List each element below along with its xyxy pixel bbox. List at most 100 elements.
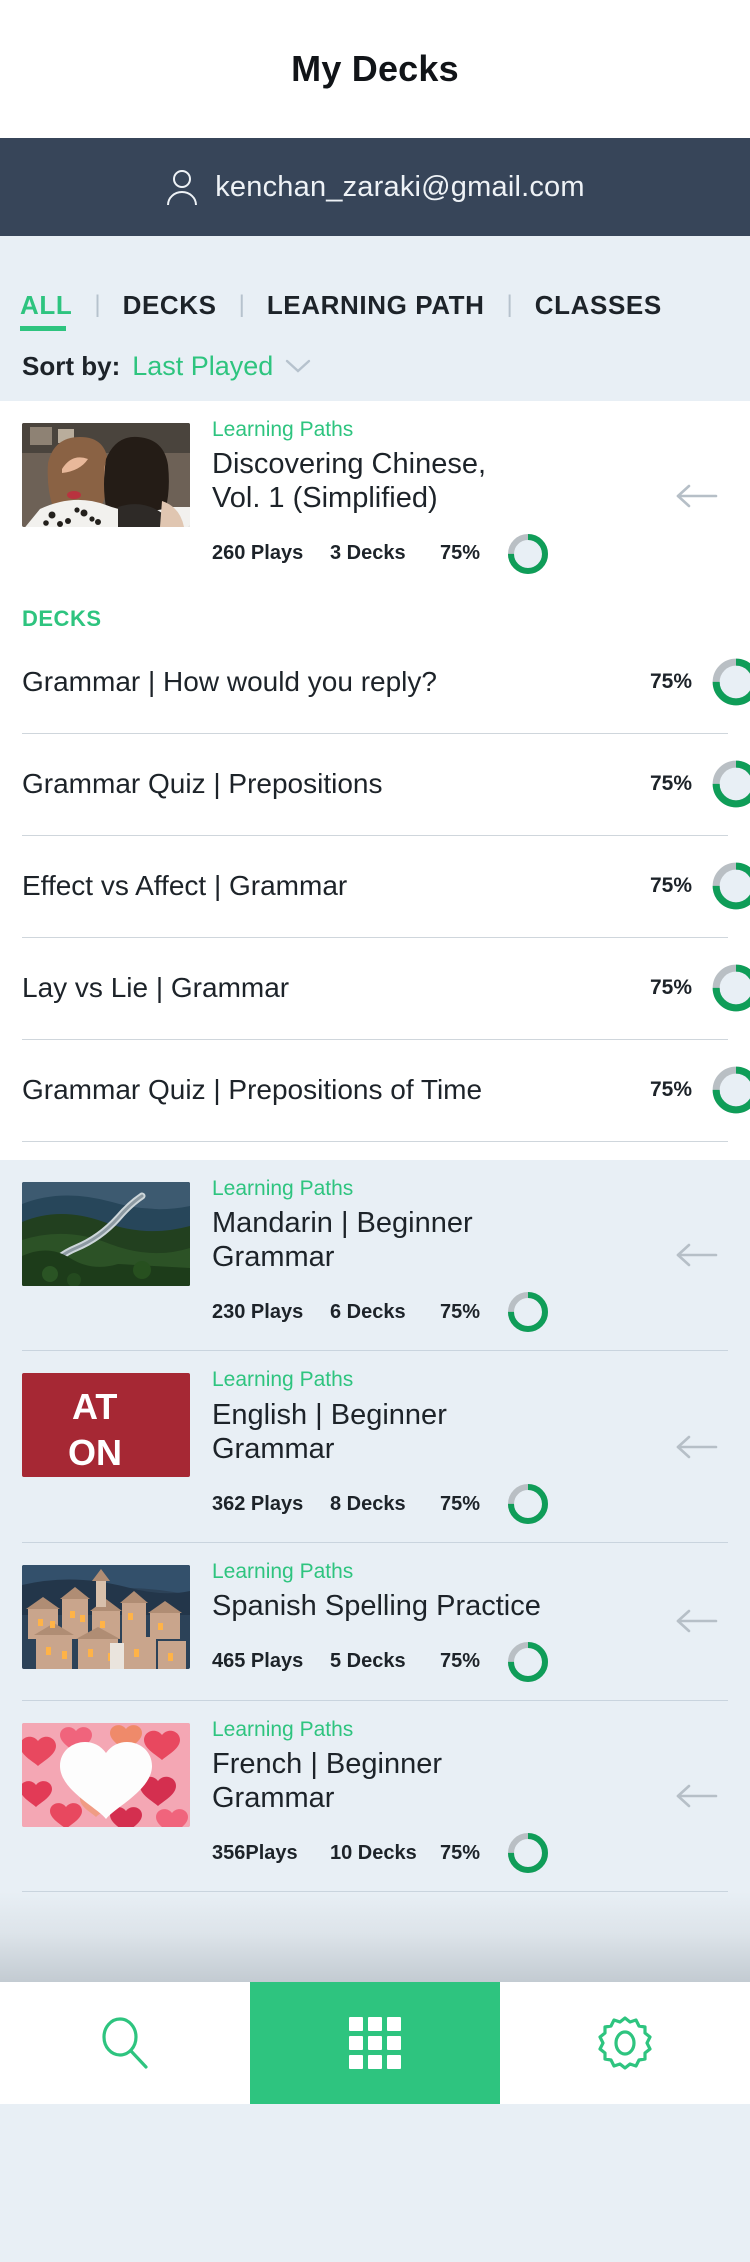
learning-path-card-featured[interactable]: Learning Paths Discovering Chinese, Vol.… [0, 401, 750, 592]
gear-icon [594, 2012, 656, 2074]
arrow-left-icon[interactable] [674, 1241, 718, 1269]
deck-name: Effect vs Affect | Grammar [22, 870, 348, 902]
scroll-fade [0, 1892, 750, 1983]
path-title: Spanish Spelling Practice [212, 1590, 541, 1623]
tab-row: ALL | DECKS | LEARNING PATH | CLASSES [20, 290, 730, 331]
path-body: Learning Paths Discovering Chinese, Vol.… [190, 417, 728, 578]
at-on-red-card: AT ON [22, 1373, 190, 1478]
app-screen: My Decks kenchan_zaraki@gmail.com ALL | … [0, 0, 750, 2262]
deck-row[interactable]: Grammar Quiz | Prepositions of Time 75% [0, 1040, 750, 1141]
learning-path-card[interactable]: Learning Paths Spanish Spelling Practice… [0, 1543, 750, 1699]
path-title: Discovering Chinese, Vol. 1 (Simplified) [212, 448, 487, 515]
progress-ring [504, 1288, 552, 1336]
learning-path-card[interactable]: Learning Paths Mandarin | Beginner Gramm… [0, 1160, 750, 1351]
nav-search-button[interactable] [0, 1982, 250, 2105]
path-kicker: Learning Paths [212, 1176, 354, 1200]
path-body: Learning Paths French | Beginner Grammar… [190, 1717, 728, 1878]
great-wall-mountains-photo [22, 1181, 190, 1286]
tab-separator: | [94, 291, 101, 318]
path-body: Learning Paths Mandarin | Beginner Gramm… [190, 1176, 728, 1337]
deck-percent: 75% [649, 1078, 692, 1102]
deck-name: Grammar Quiz | Prepositions of Time [22, 1074, 483, 1106]
path-plays: 356Plays [212, 1841, 298, 1864]
account-bar[interactable]: kenchan_zaraki@gmail.com [0, 138, 750, 236]
path-title: English | Beginner Grammar [212, 1398, 447, 1465]
progress-ring [708, 654, 750, 710]
nav-settings-button[interactable] [500, 1982, 750, 2105]
tab-learning-path[interactable]: LEARNING PATH [267, 290, 485, 331]
path-percent: 75% [440, 1841, 481, 1864]
deck-percent: 75% [649, 976, 692, 1000]
tab-decks[interactable]: DECKS [123, 290, 217, 331]
bottom-nav-bar [0, 1982, 750, 2105]
deck-row[interactable]: Lay vs Lie | Grammar 75% [0, 938, 750, 1039]
title-bar: My Decks [0, 0, 750, 138]
progress-ring [708, 1062, 750, 1118]
arrow-left-icon[interactable] [674, 482, 718, 510]
path-percent: 75% [440, 1300, 481, 1323]
search-icon [94, 2012, 156, 2074]
deck-row[interactable]: Effect vs Affect | Grammar 75% [0, 836, 750, 937]
path-decks: 10 Decks [330, 1841, 417, 1864]
path-percent: 75% [440, 542, 481, 565]
tab-separator: | [238, 291, 245, 318]
path-title: French | Beginner Grammar [212, 1747, 442, 1814]
path-title: Mandarin | Beginner Grammar [212, 1206, 473, 1274]
learning-path-card[interactable]: AT ON Learning Paths English | Beginner … [0, 1351, 750, 1542]
grid-icon [347, 2015, 403, 2071]
path-meta: 230 Plays 6 Decks 75% [212, 1288, 728, 1336]
arrow-left-icon[interactable] [674, 1607, 718, 1635]
tab-bar: ALL | DECKS | LEARNING PATH | CLASSES [0, 236, 750, 331]
page-title: My Decks [291, 48, 459, 89]
arrow-left-icon[interactable] [674, 1433, 718, 1461]
nav-footer-spacer [0, 2104, 750, 2197]
deck-percent: 75% [649, 670, 692, 694]
progress-ring [708, 858, 750, 914]
deck-percent: 75% [649, 874, 692, 898]
deck-percent: 75% [649, 772, 692, 796]
path-kicker: Learning Paths [212, 1717, 354, 1741]
path-plays: 230 Plays [212, 1300, 304, 1323]
progress-ring [504, 1638, 552, 1686]
path-percent: 75% [440, 1492, 481, 1515]
progress-ring [504, 1480, 552, 1528]
path-plays: 362 Plays [212, 1492, 304, 1515]
learning-path-card[interactable]: Learning Paths French | Beginner Grammar… [0, 1701, 750, 1892]
nav-grid-button[interactable] [250, 1982, 500, 2105]
deck-name: Grammar Quiz | Prepositions [22, 768, 383, 800]
path-decks: 8 Decks [330, 1492, 406, 1515]
path-body: Learning Paths English | Beginner Gramma… [190, 1367, 728, 1528]
path-decks: 6 Decks [330, 1300, 406, 1323]
person-icon [165, 168, 199, 206]
path-kicker: Learning Paths [212, 418, 354, 441]
sort-bar: Sort by: Last Played [0, 331, 750, 401]
featured-section: Learning Paths Discovering Chinese, Vol.… [0, 401, 750, 1160]
path-meta: 356Plays 10 Decks 75% [212, 1829, 728, 1877]
path-body: Learning Paths Spanish Spelling Practice… [190, 1559, 728, 1685]
sort-label: Sort by: [22, 350, 121, 381]
paths-section: Learning Paths Mandarin | Beginner Gramm… [0, 1159, 750, 1893]
path-decks: 5 Decks [330, 1650, 406, 1673]
path-kicker: Learning Paths [212, 1368, 354, 1392]
chevron-down-icon[interactable] [285, 358, 311, 374]
progress-ring [708, 960, 750, 1016]
tab-classes[interactable]: CLASSES [535, 290, 662, 331]
progress-ring [708, 756, 750, 812]
white-heart-on-pink-hearts-photo [22, 1722, 190, 1827]
deck-name: Grammar | How would you reply? [22, 666, 437, 698]
deck-row[interactable]: Grammar Quiz | Prepositions 75% [0, 734, 750, 835]
spanish-village-dusk-photo [22, 1565, 190, 1670]
tab-all[interactable]: ALL [20, 290, 72, 331]
arrow-left-icon[interactable] [674, 1782, 718, 1810]
two-women-laughing-photo [22, 423, 190, 527]
deck-row[interactable]: Grammar | How would you reply? 75% [0, 632, 750, 733]
path-plays: 465 Plays [212, 1650, 304, 1673]
svg-text:ON: ON [68, 1432, 122, 1473]
path-meta: 362 Plays 8 Decks 75% [212, 1480, 728, 1528]
sort-value[interactable]: Last Played [132, 351, 273, 382]
path-kicker: Learning Paths [212, 1560, 354, 1584]
tab-separator: | [506, 291, 513, 318]
path-meta: 465 Plays 5 Decks 75% [212, 1638, 728, 1686]
progress-ring [504, 530, 552, 578]
path-decks: 3 Decks [330, 542, 406, 565]
